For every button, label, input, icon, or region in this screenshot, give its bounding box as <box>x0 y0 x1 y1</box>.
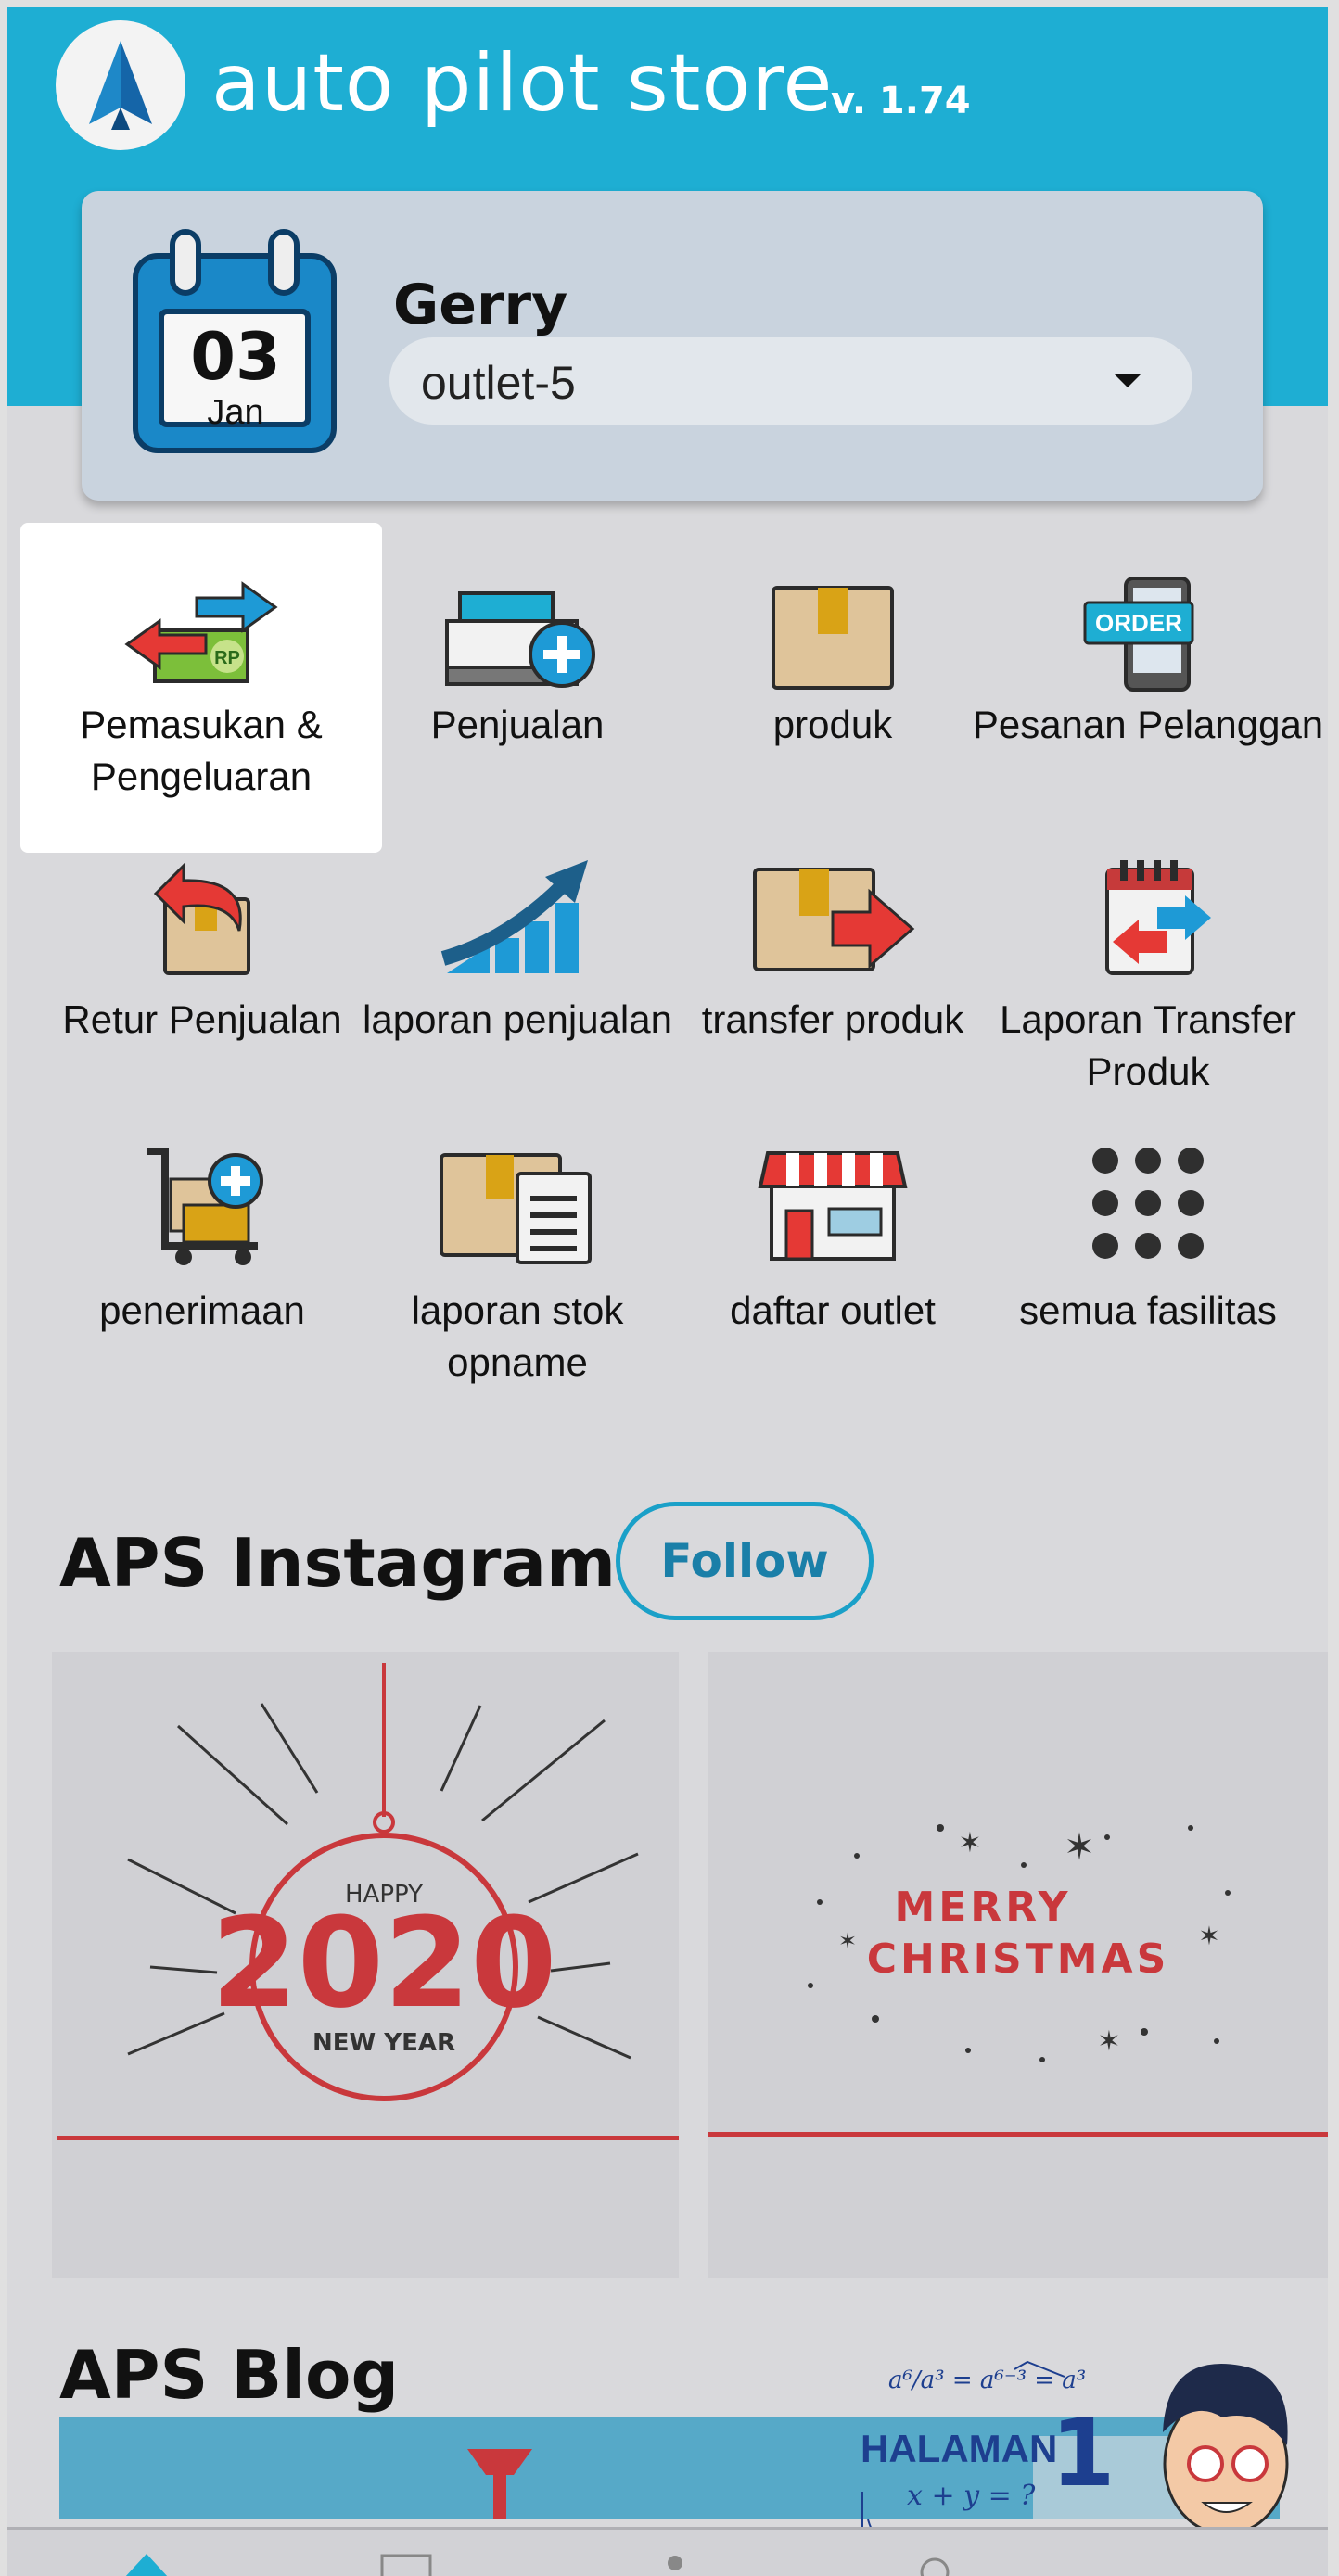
menu-item-label: produk <box>772 703 893 746</box>
menu-item-pemasukan-pengeluaran[interactable]: RP Pemasukan & Pengeluaran <box>20 523 382 853</box>
post-2020-text: 2020 <box>211 1891 557 2036</box>
menu-item-label: Penjualan <box>430 703 605 746</box>
menu-item-produk[interactable]: produk <box>675 523 990 801</box>
outlet-selected-value: outlet-5 <box>421 357 576 409</box>
svg-text:RP: RP <box>214 648 240 668</box>
svg-text:✶: ✶ <box>1064 1826 1095 1869</box>
cart-receive-icon <box>147 1148 263 1265</box>
new-year-ornament-icon: HAPPY 2020 NEW YEAR <box>57 1663 679 2140</box>
menu-item-label: semua fasilitas <box>1019 1288 1277 1332</box>
box-icon <box>772 586 894 690</box>
paper-plane-logo-icon <box>56 20 185 150</box>
svg-text:ORDER: ORDER <box>1095 609 1182 637</box>
menu-item-label: laporan penjualan <box>363 997 672 1041</box>
menu-item-penjualan[interactable]: Penjualan <box>360 523 675 801</box>
menu-item-label: transfer produk <box>701 997 964 1041</box>
formula-top-text: a⁶/a³ = a⁶⁻³ = a³ <box>888 2367 1086 2394</box>
menu-item-penerimaan[interactable]: penerimaan <box>45 1146 360 1424</box>
growth-chart-icon <box>440 860 588 973</box>
transfer-report-icon <box>1105 860 1211 975</box>
halaman-number: 1 <box>1051 2399 1116 2507</box>
home-nav-icon[interactable] <box>119 2550 174 2576</box>
money-exchange-icon: RP <box>124 581 278 683</box>
menu-item-label: laporan stok opname <box>411 1288 624 1384</box>
formula-bottom-text: x + y = ? <box>907 2480 1036 2512</box>
transfer-box-icon <box>753 868 915 971</box>
menu-item-semua-fasilitas[interactable]: semua fasilitas <box>990 1146 1306 1424</box>
menu-item-label: penerimaan <box>99 1288 305 1332</box>
instagram-section-title: APS Instagram <box>59 1524 616 1602</box>
menu-item-label: Retur Penjualan <box>62 997 342 1041</box>
menu-item-retur-penjualan[interactable]: Retur Penjualan <box>45 857 360 1135</box>
calendar-month: Jan <box>207 393 264 432</box>
outlet-dropdown[interactable]: outlet-5 <box>389 337 1192 425</box>
svg-text:✶: ✶ <box>1097 2025 1120 2058</box>
menu-item-pesanan-pelanggan[interactable]: ORDER Pesanan Pelanggan <box>973 523 1323 801</box>
menu-item-label: Pesanan Pelanggan <box>972 703 1324 746</box>
return-box-icon <box>153 862 250 975</box>
menu-item-label: Laporan Transfer Produk <box>1000 997 1296 1093</box>
post-new-year-text: NEW YEAR <box>312 2029 455 2057</box>
instagram-post-new-year[interactable]: HAPPY 2020 NEW YEAR <box>52 1652 679 2278</box>
menu-item-transfer-produk[interactable]: transfer produk <box>675 857 990 1135</box>
christmas-sparkle-icon: ✶ ✶ ✶ ✶ ✶ MERRY CHRISTMAS <box>708 1824 1328 2137</box>
profile-nav-icon[interactable] <box>647 2550 703 2576</box>
svg-text:✶: ✶ <box>958 1827 981 1859</box>
order-tablet-icon: ORDER <box>1083 577 1194 692</box>
menu-item-label: Pemasukan & Pengeluaran <box>80 703 323 798</box>
svg-text:✶: ✶ <box>1198 1921 1219 1951</box>
menu-item-daftar-outlet[interactable]: daftar outlet <box>675 1146 990 1424</box>
post-christmas-text: CHRISTMAS <box>867 1935 1170 1983</box>
user-name: Gerry <box>393 273 568 337</box>
calendar-day: 03 <box>190 319 281 395</box>
instagram-post-christmas[interactable]: ✶ ✶ ✶ ✶ ✶ MERRY CHRISTMAS <box>708 1652 1328 2278</box>
svg-text:✶: ✶ <box>838 1928 857 1954</box>
stock-report-icon <box>440 1153 592 1264</box>
menu-item-laporan-transfer-produk[interactable]: Laporan Transfer Produk <box>990 857 1306 1135</box>
menu-item-label: daftar outlet <box>730 1288 936 1332</box>
menu-item-laporan-stok-opname[interactable]: laporan stok opname <box>360 1146 675 1424</box>
menu-item-laporan-penjualan[interactable]: laporan penjualan <box>360 857 675 1135</box>
blog-section-title: APS Blog <box>59 2336 399 2414</box>
list-nav-icon[interactable] <box>378 2550 434 2576</box>
grid-dots-icon <box>1092 1148 1204 1259</box>
app-screen: auto pilot store v. 1.74 03 Jan Gerry ou… <box>7 7 1328 2576</box>
store-icon <box>758 1151 908 1261</box>
follow-button[interactable]: Follow <box>616 1502 874 1620</box>
post-merry-text: MERRY <box>894 1884 1071 1931</box>
user-card: 03 Jan Gerry outlet-5 <box>82 191 1263 501</box>
app-version: v. 1.74 <box>831 80 971 122</box>
chevron-down-icon <box>1115 374 1141 387</box>
settings-nav-icon[interactable] <box>907 2550 963 2576</box>
cash-register-icon <box>445 591 595 688</box>
bottom-navigation <box>7 2527 1328 2576</box>
app-title: auto pilot store <box>211 37 834 130</box>
halaman-label: HALAMAN <box>861 2427 1058 2470</box>
